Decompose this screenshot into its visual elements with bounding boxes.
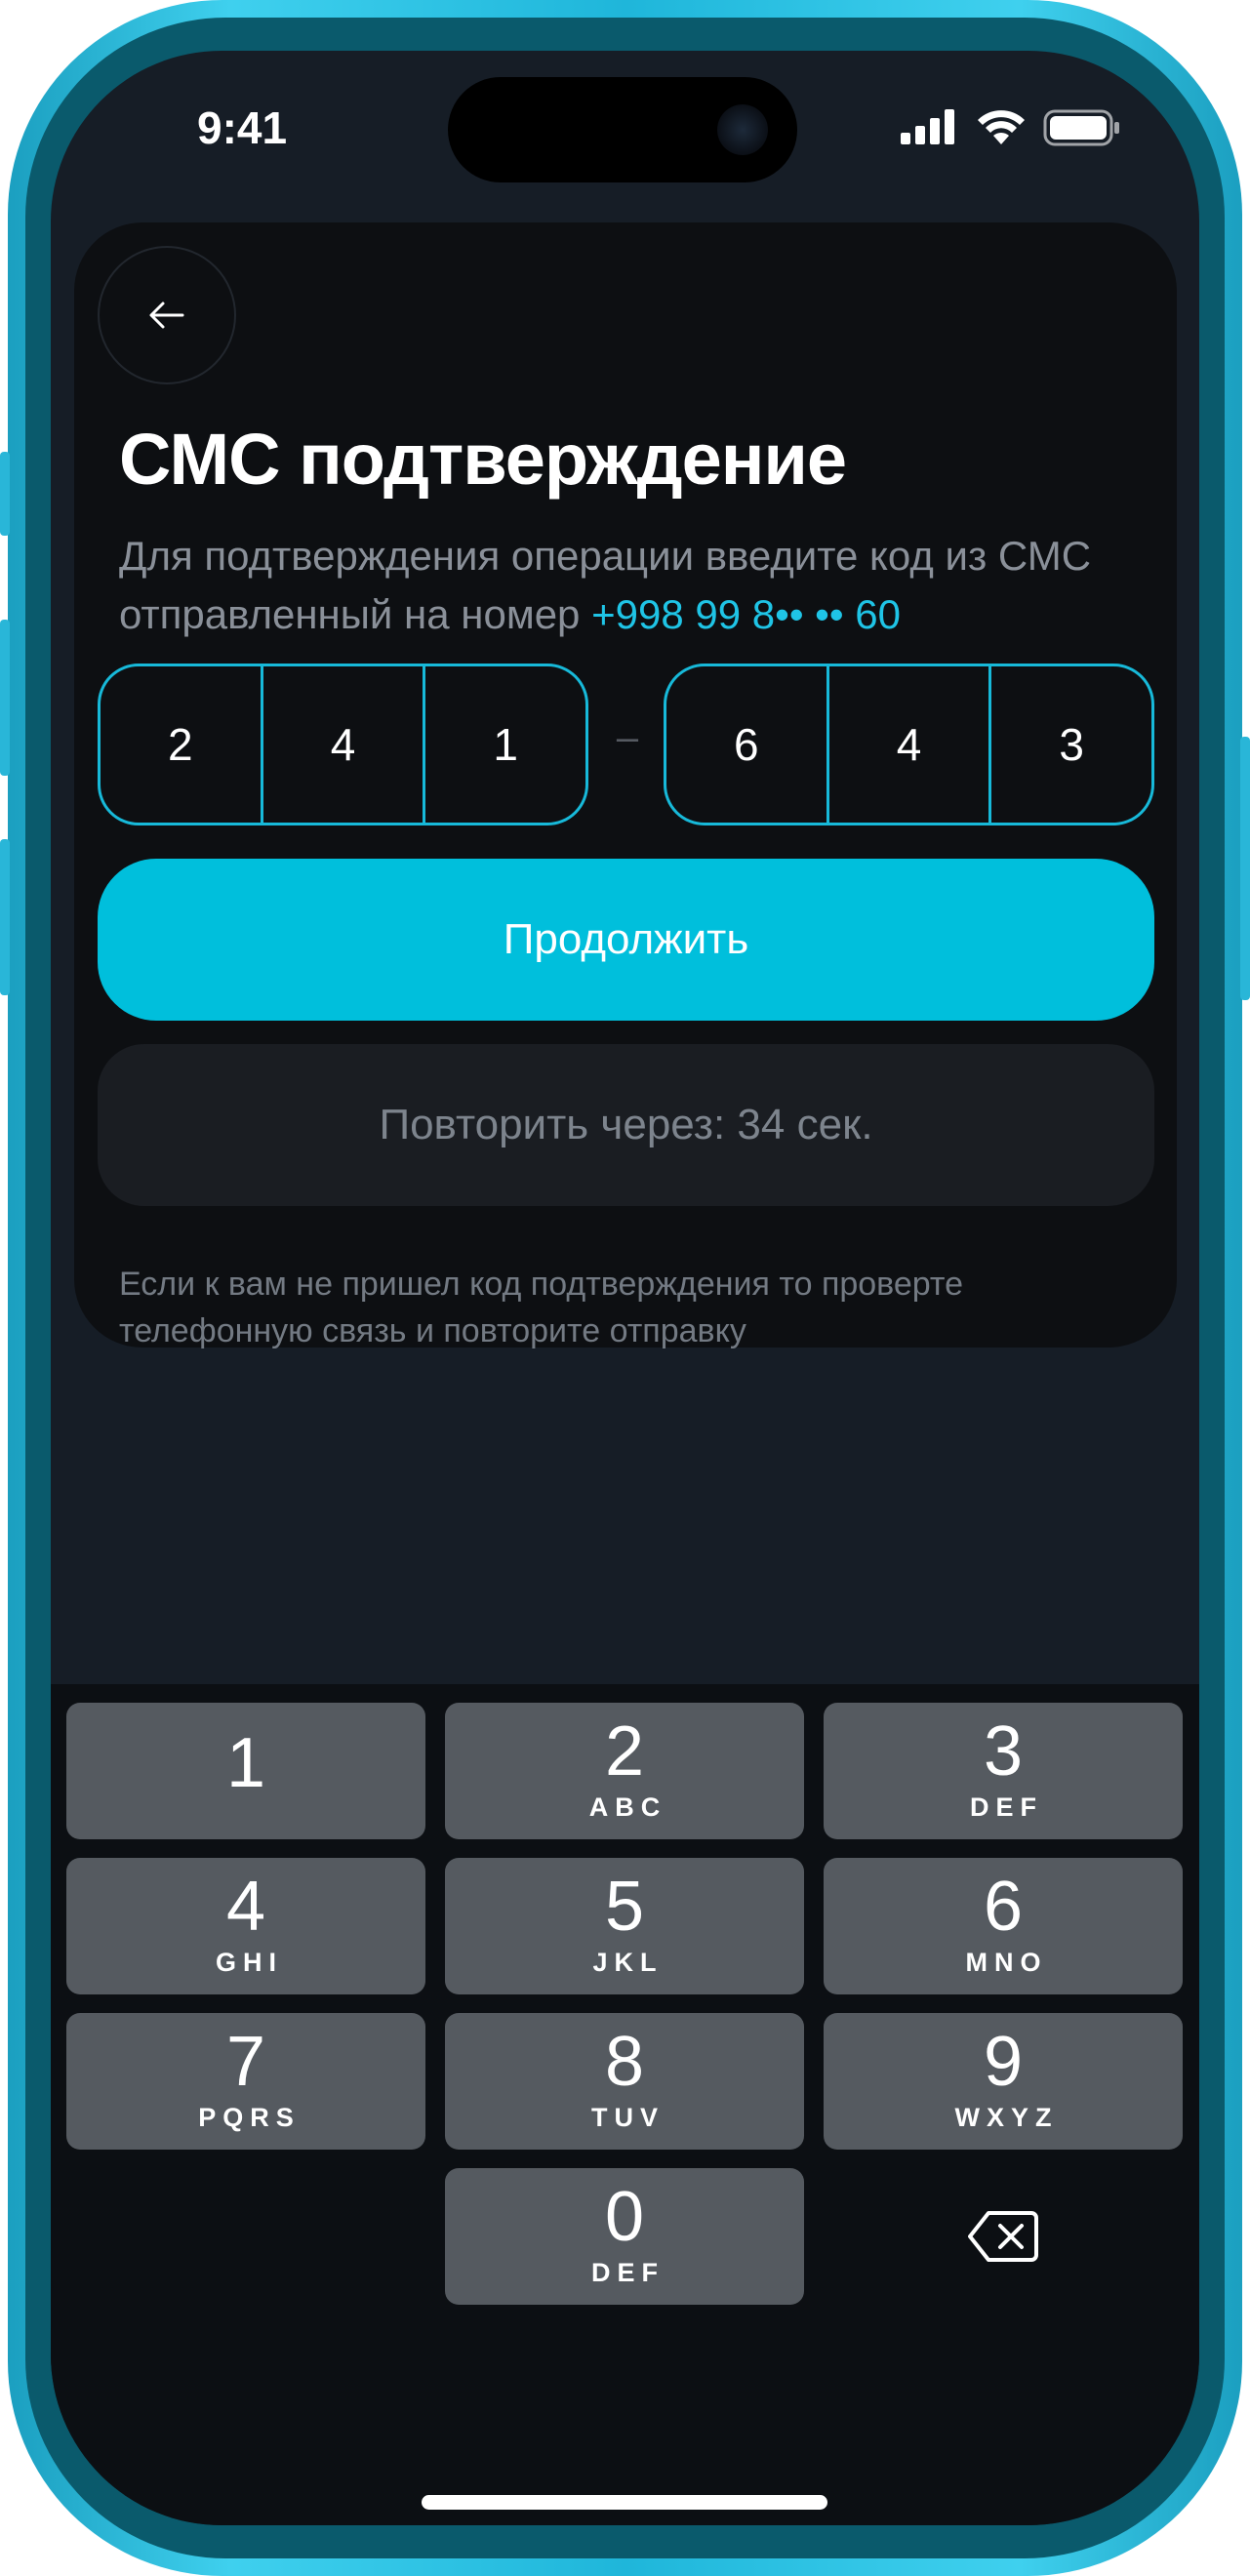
key-letters: ABC (588, 1792, 667, 1822)
code-group-second[interactable]: 6 4 3 (664, 664, 1154, 825)
key-7[interactable]: 7 PQRS (66, 2013, 425, 2150)
code-separator: – (616, 716, 639, 759)
code-group-first[interactable]: 2 4 1 (98, 664, 588, 825)
key-letters: PQRS (198, 2103, 301, 2132)
screen: 9:41 СМС подтверждение Для подтверждения… (51, 51, 1199, 2525)
numeric-keypad: 1 2 ABC 3 DEF 4 GHI 5 JKL 6 MNO 7 PQRS 8… (51, 1684, 1199, 2525)
description-text: Для подтверждения операции введите код и… (119, 527, 1153, 644)
volume-up-button (0, 620, 10, 776)
wifi-icon (978, 110, 1025, 144)
key-letters: WXYZ (954, 2103, 1059, 2132)
continue-button[interactable]: Продолжить (98, 859, 1154, 1021)
code-digit-3[interactable]: 1 (425, 666, 585, 823)
camera-icon (717, 104, 768, 155)
key-digit: 2 (604, 1712, 645, 1791)
code-digit-4[interactable]: 6 (666, 666, 829, 823)
key-digit: 0 (604, 2178, 645, 2256)
key-letters: MNO (965, 1948, 1048, 1977)
key-9[interactable]: 9 WXYZ (824, 2013, 1183, 2150)
key-digit: 5 (604, 1868, 645, 1946)
status-icons (852, 109, 1119, 148)
resend-timer-button[interactable]: Повторить через: 34 сек. (98, 1044, 1154, 1206)
key-2[interactable]: 2 ABC (445, 1703, 804, 1839)
action-button (0, 452, 10, 536)
backspace-key[interactable] (824, 2168, 1183, 2305)
key-digit: 7 (225, 2023, 266, 2101)
key-3[interactable]: 3 DEF (824, 1703, 1183, 1839)
key-letters: DEF (970, 1792, 1043, 1822)
signal-icon (901, 109, 954, 144)
back-button[interactable] (98, 246, 236, 384)
key-digit: 3 (983, 1712, 1024, 1791)
key-digit: 1 (225, 1724, 266, 1802)
code-digit-5[interactable]: 4 (829, 666, 992, 823)
battery-icon (1043, 109, 1119, 146)
power-button (1240, 737, 1250, 1000)
code-digit-2[interactable]: 4 (263, 666, 426, 823)
volume-down-button (0, 839, 10, 995)
key-0[interactable]: 0 DEF (445, 2168, 804, 2305)
key-letters: DEF (591, 2258, 665, 2287)
dynamic-island (448, 77, 797, 182)
arrow-left-icon (149, 302, 184, 329)
key-5[interactable]: 5 JKL (445, 1858, 804, 1994)
code-digit-1[interactable]: 2 (101, 666, 263, 823)
key-digit: 6 (983, 1868, 1024, 1946)
key-letters: GHI (215, 1948, 283, 1977)
phone-number: +998 99 8•• •• 60 (591, 591, 901, 637)
key-6[interactable]: 6 MNO (824, 1858, 1183, 1994)
backspace-icon (968, 2211, 1038, 2262)
key-letters: TUV (591, 2103, 665, 2132)
key-digit: 4 (225, 1868, 266, 1946)
key-4[interactable]: 4 GHI (66, 1858, 425, 1994)
key-digit: 8 (604, 2023, 645, 2101)
home-indicator[interactable] (422, 2495, 827, 2510)
key-8[interactable]: 8 TUV (445, 2013, 804, 2150)
code-digit-6[interactable]: 3 (991, 666, 1151, 823)
sms-confirm-card: СМС подтверждение Для подтверждения опер… (74, 222, 1177, 1349)
page-title: СМС подтверждение (119, 419, 847, 500)
key-digit: 9 (983, 2023, 1024, 2101)
status-time: 9:41 (197, 102, 288, 153)
key-1[interactable]: 1 (66, 1703, 425, 1839)
key-letters: JKL (592, 1948, 664, 1977)
hint-text: Если к вам не пришел код подтверждения т… (119, 1266, 964, 1349)
